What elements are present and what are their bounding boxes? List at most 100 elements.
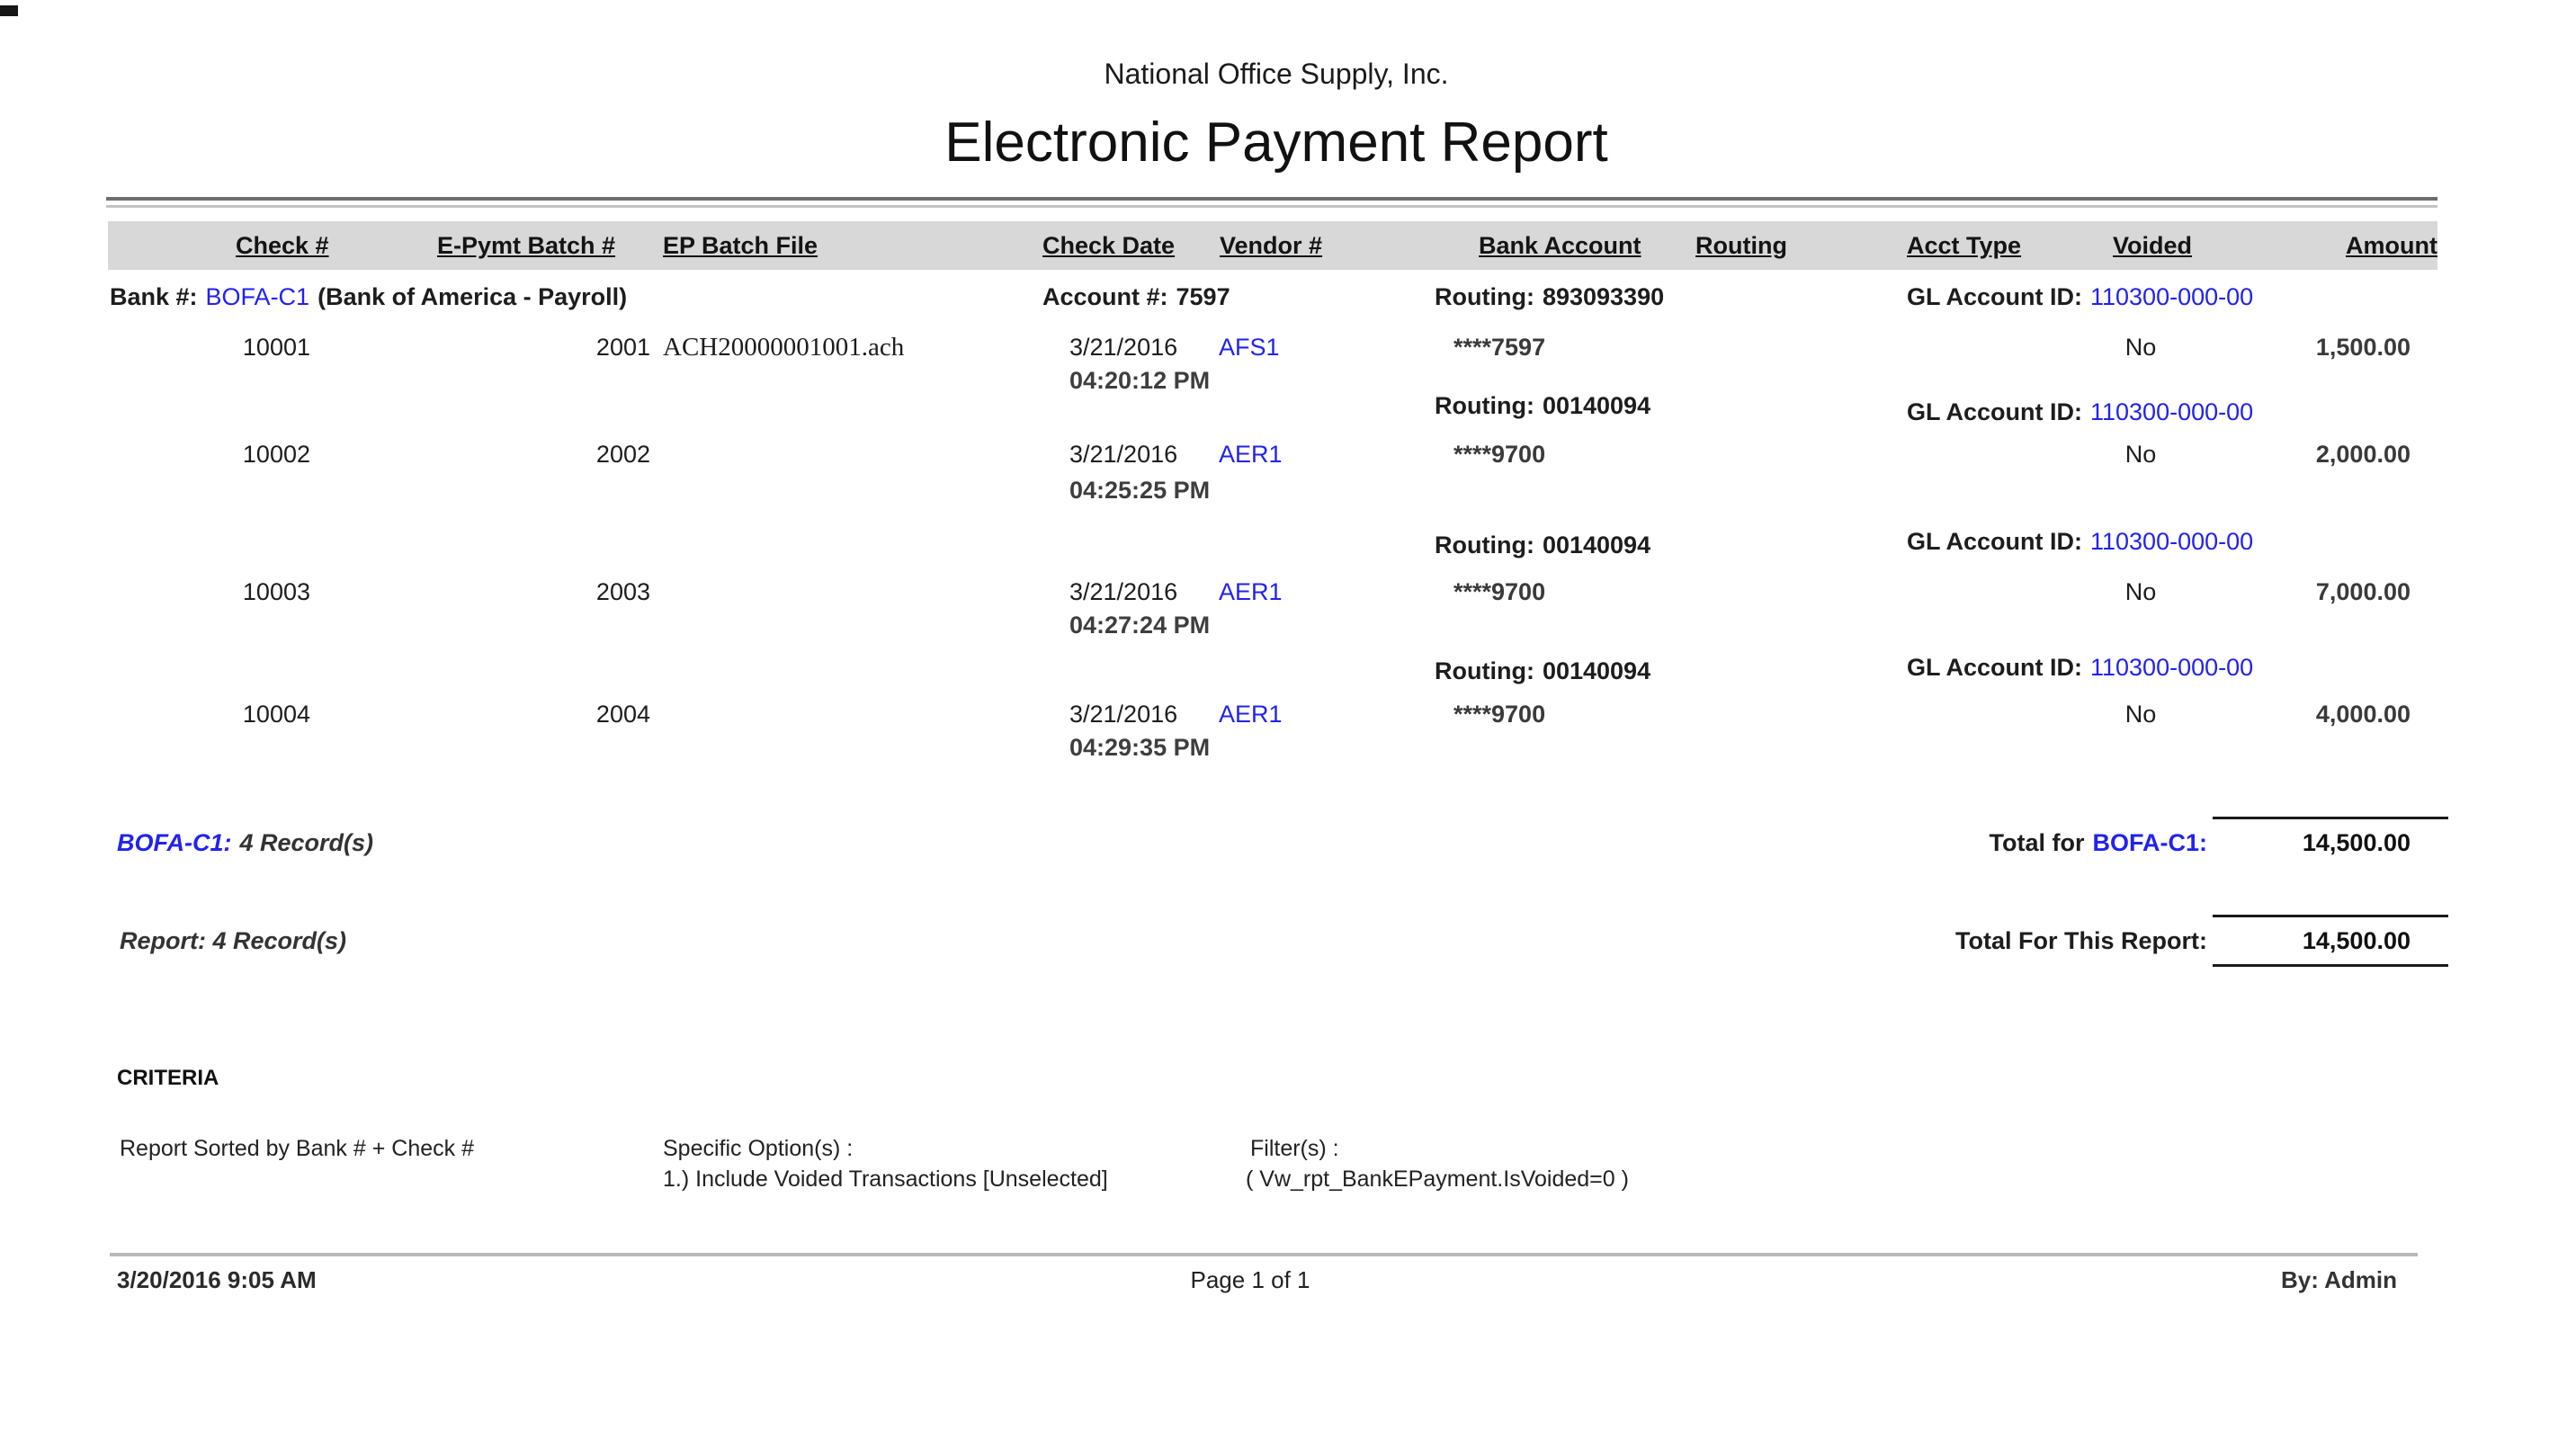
check-date-cell: 3/21/2016: [1069, 575, 1177, 609]
bank-account-cell: ****7597: [1453, 330, 1545, 364]
bank-record-count: BOFA-C1: 4 Record(s): [117, 826, 373, 860]
criteria-heading: CRITERIA: [117, 1061, 219, 1095]
amount-cell: 4,000.00: [2316, 697, 2411, 731]
criteria-filter-1: ( Vw_rpt_BankEPayment.IsVoided=0 ): [1246, 1162, 1629, 1196]
column-header-amount: Amount: [2346, 221, 2437, 270]
bank-routing-line: Routing: 893093390: [1435, 280, 1664, 314]
bank-account-cell: ****9700: [1453, 437, 1545, 471]
column-header-bank-account: Bank Account: [1479, 221, 1641, 270]
bank-description: (Bank of America - Payroll): [318, 283, 627, 310]
column-header-acct-type: Acct Type: [1907, 221, 2021, 270]
amount-cell: 1,500.00: [2316, 330, 2411, 364]
routing-label: Routing:: [1435, 392, 1534, 419]
batch-number-cell: 2003: [596, 575, 650, 609]
bank-group-line: Bank #: BOFA-C1 (Bank of America - Payroll…: [110, 280, 627, 314]
account-number-value: 7597: [1176, 283, 1230, 310]
vendor-link[interactable]: AER1: [1219, 437, 1283, 471]
amount-cell: 2,000.00: [2316, 437, 2411, 471]
report-record-count: Report: 4 Record(s): [120, 924, 346, 958]
report-total-overline: [2213, 915, 2448, 917]
routing-value: 00140094: [1543, 657, 1650, 684]
footer-generated-datetime: 3/20/2016 9:05 AM: [117, 1263, 317, 1297]
record-count-text: 4 Record(s): [240, 829, 374, 856]
gl-account-link[interactable]: 110300-000-00: [2090, 528, 2253, 555]
footer-page-number: Page 1 of 1: [1191, 1263, 1310, 1297]
routing-label: Routing:: [1435, 657, 1534, 684]
batch-number-cell: 2001: [596, 330, 650, 364]
gl-account-label: GL Account ID:: [1907, 398, 2082, 425]
check-date-cell: 3/21/2016: [1069, 437, 1177, 471]
criteria-filters-label: Filter(s) :: [1250, 1131, 1339, 1166]
check-time-cell: 04:29:35 PM: [1069, 730, 1210, 764]
check-time-cell: 04:27:24 PM: [1069, 608, 1210, 642]
screen-corner-artifact: [0, 5, 18, 16]
column-header-epymt-batch: E-Pymt Batch #: [437, 221, 615, 270]
routing-info: Routing: 00140094: [1435, 389, 1650, 423]
gl-account-link[interactable]: 110300-000-00: [2090, 398, 2253, 425]
gl-account-label: GL Account ID:: [1907, 528, 2082, 555]
voided-cell: No: [2105, 575, 2177, 609]
bank-account-number-line: Account #: 7597: [1042, 280, 1230, 314]
electronic-payment-report-page: National Office Supply, Inc. Electronic …: [0, 0, 2576, 1430]
voided-cell: No: [2105, 697, 2177, 731]
routing-label: Routing:: [1435, 283, 1534, 310]
check-number-cell: 10001: [243, 330, 310, 364]
bank-gl-account-line: GL Account ID: 110300-000-00: [1907, 280, 2253, 314]
check-time-cell: 04:25:25 PM: [1069, 473, 1210, 507]
gl-account-info: GL Account ID: 110300-000-00: [1907, 524, 2253, 559]
routing-label: Routing:: [1435, 532, 1534, 559]
bank-total-amount: 14,500.00: [2303, 826, 2411, 860]
check-date-cell: 3/21/2016: [1069, 697, 1177, 731]
check-number-cell: 10003: [243, 575, 310, 609]
check-number-cell: 10002: [243, 437, 310, 471]
bank-total-label: Total for BOFA-C1:: [1990, 826, 2207, 860]
batch-file-cell: ACH20000001001.ach: [663, 330, 904, 364]
gl-account-info: GL Account ID: 110300-000-00: [1907, 650, 2253, 684]
gl-account-link[interactable]: 110300-000-00: [2090, 654, 2253, 681]
report-title: Electronic Payment Report: [944, 108, 1607, 178]
bank-account-cell: ****9700: [1453, 575, 1545, 609]
vendor-link[interactable]: AER1: [1219, 697, 1283, 731]
report-total-amount: 14,500.00: [2303, 924, 2411, 958]
bank-number-label: Bank #:: [110, 283, 198, 310]
column-header-check-number: Check #: [236, 221, 329, 270]
bank-total-overline: [2213, 817, 2448, 819]
voided-cell: No: [2105, 330, 2177, 364]
account-number-label: Account #:: [1042, 283, 1168, 310]
bank-code-link[interactable]: BOFA-C1:: [117, 829, 232, 856]
gl-account-link[interactable]: 110300-000-00: [2090, 283, 2253, 310]
amount-cell: 7,000.00: [2316, 575, 2411, 609]
routing-value: 893093390: [1543, 283, 1664, 310]
routing-value: 00140094: [1543, 392, 1650, 419]
column-header-check-date: Check Date: [1042, 221, 1175, 270]
gl-account-info: GL Account ID: 110300-000-00: [1907, 395, 2253, 429]
gl-account-label: GL Account ID:: [1907, 283, 2082, 310]
column-header-voided: Voided: [2113, 221, 2192, 270]
bank-code-link[interactable]: BOFA-C1:: [2093, 829, 2208, 856]
title-rule-light: [106, 205, 2437, 208]
company-name: National Office Supply, Inc.: [1104, 54, 1448, 94]
routing-info: Routing: 00140094: [1435, 654, 1650, 688]
bank-account-cell: ****9700: [1453, 697, 1545, 731]
report-total-underline: [2213, 964, 2448, 967]
batch-number-cell: 2002: [596, 437, 650, 471]
column-header-vendor: Vendor #: [1220, 221, 1322, 270]
routing-value: 00140094: [1543, 532, 1650, 559]
vendor-link[interactable]: AFS1: [1219, 330, 1280, 364]
bank-code-link[interactable]: BOFA-C1: [206, 283, 310, 310]
criteria-sort-order: Report Sorted by Bank # + Check #: [120, 1131, 474, 1166]
vendor-link[interactable]: AER1: [1219, 575, 1283, 609]
check-date-cell: 3/21/2016: [1069, 330, 1177, 364]
total-for-text: Total for: [1990, 829, 2085, 856]
footer-rule: [110, 1253, 2418, 1256]
footer-generated-by: By: Admin: [2281, 1263, 2397, 1297]
check-number-cell: 10004: [243, 697, 310, 731]
report-total-label: Total For This Report:: [1955, 924, 2207, 958]
routing-info: Routing: 00140094: [1435, 528, 1650, 562]
batch-number-cell: 2004: [596, 697, 650, 731]
gl-account-label: GL Account ID:: [1907, 654, 2082, 681]
criteria-option-1: 1.) Include Voided Transactions [Unselec…: [663, 1162, 1108, 1196]
criteria-options-label: Specific Option(s) :: [663, 1131, 853, 1166]
title-rule-dark: [106, 197, 2437, 201]
voided-cell: No: [2105, 437, 2177, 471]
